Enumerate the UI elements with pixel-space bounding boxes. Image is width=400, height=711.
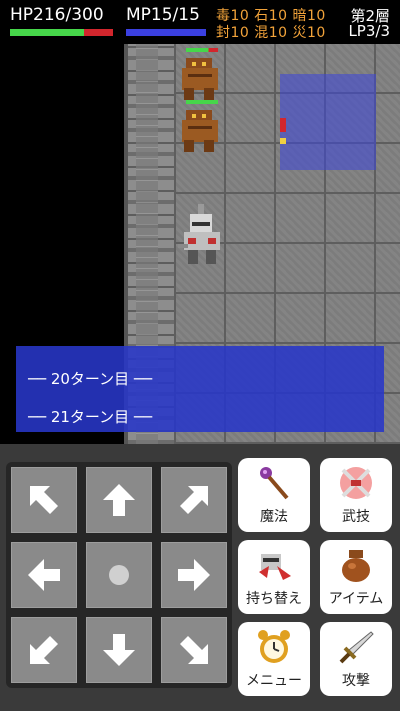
log-line: ── 20ターン目 ── [28, 370, 152, 388]
direction-pad [6, 462, 232, 688]
mp-label: MP15/15 [126, 5, 200, 25]
log-line: ── 21ターン目 ── [28, 408, 152, 426]
wait-dot-icon [109, 565, 129, 585]
arrow-left-icon [28, 559, 60, 591]
arrow-up-left-icon [30, 486, 58, 514]
hp-label: HP216/300 [10, 5, 104, 25]
golem-monster-icon[interactable] [178, 54, 222, 102]
knight-player-icon [178, 204, 220, 264]
move-right-button[interactable] [161, 542, 227, 608]
menu-label: メニュー [246, 673, 302, 689]
arrow-down-left-icon [30, 636, 58, 664]
monster-hp-bar [186, 100, 218, 104]
monster-hp-bar [186, 48, 218, 52]
swap-weapon-button[interactable]: 持ち替え [238, 540, 310, 614]
magic-label: 魔法 [260, 509, 288, 525]
minimap-player-marker [280, 138, 286, 144]
move-up-left-button[interactable] [11, 467, 77, 533]
item-label: アイテム [328, 591, 384, 607]
status-effects-line2: 封10 混10 災10 [216, 25, 326, 41]
arrow-up-right-icon [180, 486, 208, 514]
move-down-right-button[interactable] [161, 617, 227, 683]
battle-log: ── 20ターン目 ── ── 21ターン目 ── [16, 346, 384, 432]
arrow-down-right-icon [180, 636, 208, 664]
wait-button[interactable] [86, 542, 152, 608]
move-down-left-button[interactable] [11, 617, 77, 683]
item-button[interactable]: アイテム [320, 540, 392, 614]
magic-button[interactable]: 魔法 [238, 458, 310, 532]
move-down-button[interactable] [86, 617, 152, 683]
magic-staff-icon [260, 467, 289, 500]
arrow-down-icon [103, 634, 135, 666]
control-panel: 魔法 武技 持ち替え アイテム メニュー 攻撃 [0, 444, 400, 711]
swap-weapon-label: 持ち替え [246, 591, 302, 607]
hp-bar-fill [10, 29, 85, 36]
minimap [280, 74, 376, 170]
mp-bar-fill [126, 29, 206, 36]
attack-label: 攻撃 [342, 673, 370, 689]
lp-indicator: LP3/3 [348, 22, 390, 40]
arrow-right-icon [178, 559, 210, 591]
status-hud: HP216/300 MP15/15 毒10 石10 暗10 封10 混10 災1… [0, 0, 400, 44]
sword-icon [339, 631, 374, 664]
minimap-enemy-marker [280, 118, 286, 132]
item-bag-icon [342, 550, 370, 582]
crossed-swords-icon [340, 467, 372, 499]
golem-monster-icon[interactable] [178, 106, 222, 154]
swap-weapon-icon [259, 554, 291, 580]
move-left-button[interactable] [11, 542, 77, 608]
skill-button[interactable]: 武技 [320, 458, 392, 532]
move-up-right-button[interactable] [161, 467, 227, 533]
skill-label: 武技 [342, 509, 370, 525]
alarm-clock-icon [258, 630, 290, 663]
mp-bar [126, 29, 206, 36]
attack-button[interactable]: 攻撃 [320, 622, 392, 696]
menu-button[interactable]: メニュー [238, 622, 310, 696]
hp-bar [10, 29, 113, 36]
arrow-up-icon [103, 484, 135, 516]
move-up-button[interactable] [86, 467, 152, 533]
